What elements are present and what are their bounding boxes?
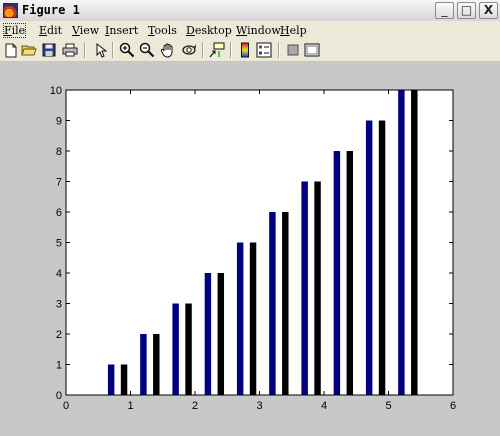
- bar-series-1[interactable]: [107, 364, 115, 396]
- toolbar-separator: [278, 42, 280, 58]
- insert-colorbar-icon[interactable]: [237, 42, 253, 58]
- plot-area[interactable]: [66, 90, 453, 395]
- bar-series-2[interactable]: [314, 181, 321, 396]
- bar-series-2[interactable]: [378, 120, 386, 396]
- maximize-button[interactable]: □: [457, 2, 476, 19]
- x-tick-label: 0: [63, 400, 69, 412]
- x-tick-label: 2: [192, 400, 198, 412]
- bar-series-2[interactable]: [282, 212, 289, 395]
- zoom-in-icon[interactable]: [119, 42, 135, 58]
- x-tick-label: 5: [385, 400, 391, 412]
- x-tick-label: 1: [127, 400, 133, 412]
- bar-series-1[interactable]: [365, 120, 373, 396]
- edit-plot-arrow-icon[interactable]: [93, 42, 109, 58]
- bar-series-1[interactable]: [269, 212, 276, 395]
- save-icon[interactable]: [41, 42, 57, 58]
- x-tick-label: 6: [450, 400, 456, 412]
- insert-legend-icon[interactable]: [256, 42, 272, 58]
- bar-series-2[interactable]: [346, 151, 354, 395]
- y-tick-label: 8: [56, 146, 62, 158]
- y-tick-label: 0: [56, 390, 62, 402]
- hide-plot-tools-icon[interactable]: [285, 42, 301, 58]
- menu-tools[interactable]: Tools: [148, 24, 177, 37]
- bar-series-1[interactable]: [398, 90, 405, 395]
- pan-hand-icon[interactable]: [160, 42, 176, 58]
- bar-series-2[interactable]: [120, 364, 128, 396]
- y-tick-label: 9: [56, 116, 62, 128]
- y-tick-label: 6: [56, 207, 62, 219]
- bar-series-2[interactable]: [153, 334, 160, 395]
- menu-view[interactable]: View: [72, 24, 99, 37]
- x-tick-label: 4: [321, 400, 327, 412]
- bar-series-1[interactable]: [301, 181, 308, 396]
- toolbar-separator: [112, 42, 114, 58]
- bar-series-1[interactable]: [172, 303, 179, 396]
- open-file-icon[interactable]: [21, 42, 37, 58]
- bar-series-1[interactable]: [333, 151, 341, 395]
- data-cursor-icon[interactable]: [209, 42, 225, 58]
- bar-series-1[interactable]: [140, 334, 147, 395]
- menu-bar: File Edit View Insert Tools Desktop Wind…: [0, 21, 500, 39]
- y-tick-label: 3: [56, 299, 62, 311]
- bar-series-1[interactable]: [236, 242, 244, 396]
- zoom-out-icon[interactable]: [139, 42, 155, 58]
- toolbar-separator: [230, 42, 232, 58]
- toolbar-separator: [202, 42, 204, 58]
- menu-edit[interactable]: Edit: [39, 24, 62, 37]
- minimize-button[interactable]: _: [435, 2, 454, 19]
- menu-help[interactable]: Help: [280, 24, 307, 37]
- print-icon[interactable]: [62, 42, 78, 58]
- x-tick-label: 3: [256, 400, 262, 412]
- menu-insert[interactable]: Insert: [105, 24, 138, 37]
- figure-window: Figure 1 _ □ X File Edit View Insert Too…: [0, 0, 500, 436]
- menu-window[interactable]: Window: [236, 24, 281, 37]
- bar-series-2[interactable]: [217, 273, 225, 395]
- y-tick-label: 5: [56, 238, 62, 250]
- menu-file[interactable]: File: [2, 23, 27, 38]
- y-tick-label: 2: [56, 329, 62, 341]
- bar-series-1[interactable]: [204, 273, 212, 395]
- rotate-3d-icon[interactable]: [181, 42, 197, 58]
- y-tick-label: 7: [56, 177, 62, 189]
- toolbar-separator: [84, 42, 86, 58]
- new-figure-icon[interactable]: [3, 42, 19, 58]
- menu-desktop[interactable]: Desktop: [186, 24, 232, 37]
- matlab-logo-icon[interactable]: [3, 3, 18, 18]
- bar-series-2[interactable]: [249, 242, 257, 396]
- y-tick-label: 10: [50, 85, 62, 97]
- figure-canvas: 0 1 2 3 4 5 6 0 1 2 3 4 5 6 7 8 9 10: [0, 62, 500, 436]
- figure-toolbar: [0, 39, 500, 62]
- title-bar[interactable]: Figure 1 _ □ X: [0, 0, 500, 22]
- close-button[interactable]: X: [479, 2, 498, 19]
- bar-series-2[interactable]: [185, 303, 192, 396]
- show-plot-tools-icon[interactable]: [304, 42, 320, 58]
- bar-series-2[interactable]: [411, 90, 418, 395]
- y-tick-label: 4: [56, 268, 62, 280]
- window-title: Figure 1: [22, 3, 80, 17]
- y-tick-label: 1: [56, 360, 62, 372]
- bar-chart: 0 1 2 3 4 5 6 0 1 2 3 4 5 6 7 8 9 10: [50, 85, 456, 412]
